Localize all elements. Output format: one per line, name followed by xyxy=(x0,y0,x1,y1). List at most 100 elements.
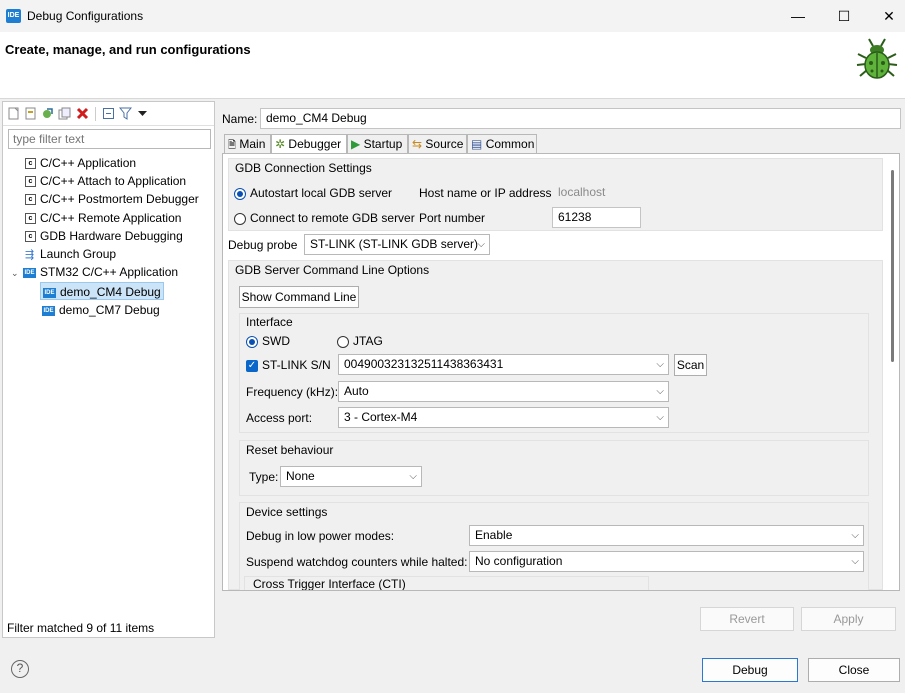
tree-item-launch-group[interactable]: ⇶ Launch Group xyxy=(25,245,116,263)
reset-behaviour-group: Reset behaviour Type: None ⌵ xyxy=(239,440,869,496)
tree-item-demo-cm4-debug[interactable]: IDE demo_CM4 Debug xyxy=(40,282,164,300)
radio-label: Autostart local GDB server xyxy=(250,186,393,200)
port-field[interactable]: 61238 xyxy=(552,207,641,228)
debugger-tab-icon: ✲ xyxy=(275,137,286,151)
select-value: None xyxy=(286,469,315,483)
radio-unselected-icon xyxy=(234,212,246,225)
jtag-radio[interactable]: JTAG xyxy=(337,334,383,348)
chevron-down-icon: ⌵ xyxy=(656,386,664,397)
tab-source[interactable]: ⇆ Source xyxy=(408,134,467,154)
tree-item-cpp-application[interactable]: c C/C++ Application xyxy=(25,154,136,172)
tree-item-label: C/C++ Remote Application xyxy=(40,211,182,225)
tab-debugger[interactable]: ✲ Debugger xyxy=(271,134,347,154)
show-command-line-button[interactable]: Show Command Line xyxy=(239,286,359,308)
reset-type-select[interactable]: None ⌵ xyxy=(280,466,422,487)
port-label: Port number xyxy=(419,211,486,225)
stlink-sn-checkbox[interactable]: ✓ ST-LINK S/N xyxy=(246,358,331,372)
device-settings-group: Device settings Debug in low power modes… xyxy=(239,502,869,591)
c-icon: c xyxy=(25,194,36,206)
apply-button[interactable]: Apply xyxy=(801,607,896,631)
debug-probe-label: Debug probe xyxy=(228,238,298,252)
new-prototype-icon[interactable] xyxy=(24,107,37,120)
config-toolbar xyxy=(3,102,214,126)
chevron-down-icon: ⌵ xyxy=(656,359,664,370)
watchdog-label: Suspend watchdog counters while halted: xyxy=(246,555,468,569)
filter-icon[interactable] xyxy=(119,107,132,120)
group-title: GDB Server Command Line Options xyxy=(235,263,430,277)
c-icon: c xyxy=(25,213,36,225)
tree-item-stm32-application[interactable]: ⌄ IDE STM32 C/C++ Application xyxy=(11,263,178,281)
watchdog-select[interactable]: No configuration ⌵ xyxy=(469,551,864,572)
group-title: Cross Trigger Interface (CTI) xyxy=(253,577,406,591)
scrollbar-thumb[interactable] xyxy=(891,170,894,362)
source-tab-icon: ⇆ xyxy=(412,137,423,151)
ide-icon: IDE xyxy=(42,305,55,316)
view-menu-icon[interactable] xyxy=(136,107,149,120)
tree-item-label: demo_CM4 Debug xyxy=(60,285,161,299)
name-label: Name: xyxy=(222,112,258,126)
ide-icon: IDE xyxy=(43,287,56,298)
host-field[interactable]: localhost xyxy=(552,182,640,203)
checkbox-label: ST-LINK S/N xyxy=(262,358,331,372)
debug-configurations-window: IDE Debug Configurations — ☐ ✕ Create, m… xyxy=(0,0,905,693)
access-port-label: Access port: xyxy=(246,411,313,425)
tab-label: Debugger xyxy=(288,137,342,151)
collapse-all-icon[interactable] xyxy=(102,107,115,120)
tree-item-label: C/C++ Attach to Application xyxy=(40,174,187,188)
page-title: Create, manage, and run configurations xyxy=(5,42,251,57)
debug-probe-select[interactable]: ST-LINK (ST-LINK GDB server) ⌵ xyxy=(304,234,490,255)
duplicate-config-icon[interactable] xyxy=(58,107,71,120)
low-power-select[interactable]: Enable ⌵ xyxy=(469,525,864,546)
minimize-button[interactable]: — xyxy=(775,0,821,32)
radio-label: SWD xyxy=(262,334,290,348)
chevron-down-icon: ⌵ xyxy=(409,471,417,482)
stlink-sn-select[interactable]: 004900323132511438363431 ⌵ xyxy=(338,354,669,375)
frequency-select[interactable]: Auto ⌵ xyxy=(338,381,669,402)
main-tab-icon: 🗎 xyxy=(228,140,237,151)
tab-label: Common xyxy=(485,137,535,151)
vertical-scrollbar[interactable] xyxy=(887,154,899,590)
tab-startup[interactable]: ▶ Startup xyxy=(347,134,408,154)
startup-tab-icon: ▶ xyxy=(351,137,361,151)
swd-radio[interactable]: SWD xyxy=(246,334,290,348)
tree-item-gdb-hardware[interactable]: c GDB Hardware Debugging xyxy=(25,227,183,245)
dialog-header: Create, manage, and run configurations xyxy=(0,32,905,99)
tree-item-cpp-attach[interactable]: c C/C++ Attach to Application xyxy=(25,172,186,190)
delete-config-icon[interactable] xyxy=(76,107,89,120)
checkbox-checked-icon: ✓ xyxy=(246,359,258,372)
debug-button[interactable]: Debug xyxy=(702,658,798,682)
toolbar-divider xyxy=(95,107,96,121)
cti-group: Cross Trigger Interface (CTI) xyxy=(244,576,649,591)
tree-item-demo-cm7-debug[interactable]: IDE demo_CM7 Debug xyxy=(42,301,160,319)
expand-chevron-icon[interactable]: ⌄ xyxy=(11,264,23,282)
maximize-button[interactable]: ☐ xyxy=(821,0,867,32)
tab-main[interactable]: 🗎 Main xyxy=(224,134,271,154)
tab-common[interactable]: ▤ Common xyxy=(467,134,537,154)
scan-button[interactable]: Scan xyxy=(674,354,707,376)
filter-status: Filter matched 9 of 11 items xyxy=(7,621,155,635)
select-value: No configuration xyxy=(475,554,563,568)
group-title: GDB Connection Settings xyxy=(235,161,372,175)
tab-label: Startup xyxy=(363,137,403,151)
radio-selected-icon xyxy=(234,187,246,200)
c-icon: c xyxy=(25,158,36,170)
filter-input[interactable] xyxy=(8,129,211,149)
close-button[interactable]: Close xyxy=(808,658,900,682)
connect-remote-radio[interactable]: Connect to remote GDB server xyxy=(234,211,415,225)
name-field[interactable]: demo_CM4 Debug xyxy=(260,108,901,129)
access-port-select[interactable]: 3 - Cortex-M4 ⌵ xyxy=(338,407,669,428)
export-config-icon[interactable] xyxy=(41,107,54,120)
revert-button[interactable]: Revert xyxy=(700,607,794,631)
tree-item-label: GDB Hardware Debugging xyxy=(40,229,183,243)
c-icon: c xyxy=(25,176,36,188)
select-value: ST-LINK (ST-LINK GDB server) xyxy=(310,237,479,251)
tree-item-cpp-postmortem[interactable]: c C/C++ Postmortem Debugger xyxy=(25,190,199,208)
host-label: Host name or IP address xyxy=(419,186,552,200)
autostart-radio[interactable]: Autostart local GDB server xyxy=(234,186,392,200)
close-window-button[interactable]: ✕ xyxy=(866,0,905,32)
tree-item-cpp-remote[interactable]: c C/C++ Remote Application xyxy=(25,209,181,227)
ide-app-icon: IDE xyxy=(6,9,21,23)
new-config-icon[interactable] xyxy=(7,107,20,120)
select-value: Auto xyxy=(344,384,369,398)
help-icon[interactable]: ? xyxy=(11,660,29,678)
